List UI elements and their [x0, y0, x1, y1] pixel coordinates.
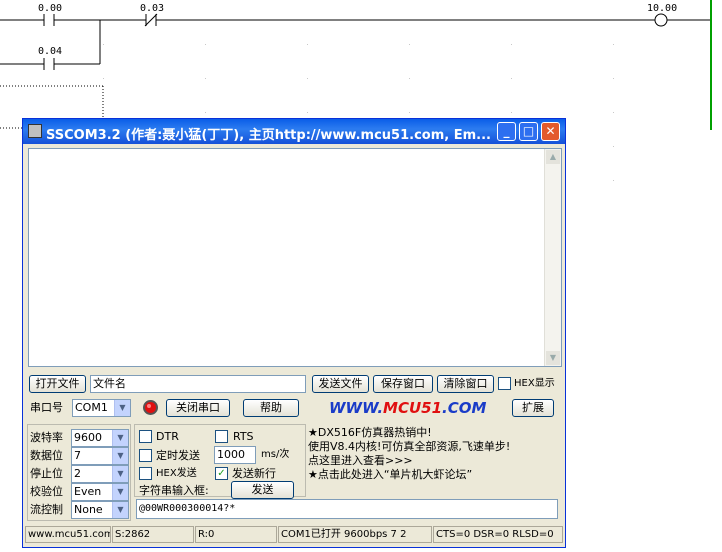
- stop-bits-value: 2: [74, 467, 81, 480]
- send-button[interactable]: 发送: [231, 481, 294, 499]
- contact-label: 0.04: [38, 46, 63, 57]
- string-input-label: 字符串输入框:: [139, 484, 209, 497]
- baud-label: 波特率: [30, 431, 63, 444]
- expand-button[interactable]: 扩展: [512, 399, 554, 417]
- dtr-checkbox[interactable]: [139, 430, 152, 443]
- brand-link[interactable]: WWW.MCU51.COM: [329, 399, 486, 417]
- ad-line: 使用V8.4内核!可仿真全部资源,飞速单步!: [308, 440, 511, 453]
- timed-send-checkbox[interactable]: [139, 449, 152, 462]
- hex-send-checkbox[interactable]: [139, 467, 152, 480]
- scroll-down-icon[interactable]: ▼: [546, 351, 560, 365]
- timed-send-label: 定时发送: [156, 449, 200, 462]
- status-port: COM1已打开 9600bps 7 2: [278, 526, 432, 543]
- send-newline-checkbox[interactable]: ✓: [215, 467, 228, 480]
- contact-label: 0.00: [38, 3, 63, 14]
- rts-label: RTS: [233, 430, 254, 443]
- parity-value: Even: [74, 485, 102, 498]
- baud-select[interactable]: 9600 ▼: [71, 429, 129, 447]
- chevron-down-icon[interactable]: ▼: [112, 448, 128, 464]
- status-site: www.mcu51.com: [25, 526, 111, 543]
- send-file-button[interactable]: 发送文件: [312, 375, 369, 393]
- hex-display-label: HEX显示: [514, 378, 555, 389]
- sscom-window: SSCOM3.2 (作者:聂小猛(丁丁), 主页http://www.mcu51…: [22, 118, 566, 548]
- data-bits-select[interactable]: 7 ▼: [71, 447, 129, 465]
- ad-line: ★DX516F仿真器热销中!: [308, 426, 432, 439]
- minimize-button[interactable]: _: [497, 122, 516, 141]
- stop-bits-select[interactable]: 2 ▼: [71, 465, 129, 483]
- chevron-down-icon[interactable]: ▼: [112, 502, 128, 518]
- receive-textarea[interactable]: ▲ ▼: [28, 148, 562, 367]
- flow-control-label: 流控制: [30, 503, 63, 516]
- status-signals: CTS=0 DSR=0 RLSD=0: [433, 526, 563, 543]
- status-received: R:0: [195, 526, 277, 543]
- baud-value: 9600: [74, 431, 102, 444]
- chevron-down-icon[interactable]: ▼: [114, 400, 130, 416]
- port-status-icon: [143, 400, 158, 415]
- contact-label: 0.03: [140, 3, 165, 14]
- ad-line[interactable]: 点这里进入查看>>>: [308, 454, 510, 468]
- close-button[interactable]: ✕: [541, 122, 560, 141]
- title-bar[interactable]: SSCOM3.2 (作者:聂小猛(丁丁), 主页http://www.mcu51…: [23, 119, 565, 144]
- parity-label: 校验位: [30, 485, 63, 498]
- port-value: COM1: [75, 401, 108, 414]
- app-icon[interactable]: [28, 124, 42, 138]
- data-bits-value: 7: [74, 449, 81, 462]
- rts-checkbox[interactable]: [215, 430, 228, 443]
- send-string-input[interactable]: @00WR000300014?*: [136, 499, 558, 519]
- ad-line[interactable]: ★点击此处进入“单片机大虾论坛”: [308, 468, 510, 482]
- flow-control-value: None: [74, 503, 103, 516]
- flow-control-select[interactable]: None ▼: [71, 501, 129, 519]
- scroll-up-icon[interactable]: ▲: [546, 150, 560, 164]
- brand-prefix: WWW.: [329, 399, 384, 417]
- status-sent: S:2862: [112, 526, 194, 543]
- interval-unit-label: ms/次: [261, 449, 290, 460]
- clear-window-button[interactable]: 清除窗口: [437, 375, 494, 393]
- open-file-button[interactable]: 打开文件: [29, 375, 86, 393]
- port-select[interactable]: COM1 ▼: [72, 399, 131, 417]
- close-port-button[interactable]: 关闭串口: [166, 399, 230, 417]
- chevron-down-icon[interactable]: ▼: [112, 430, 128, 446]
- maximize-button[interactable]: □: [519, 122, 538, 141]
- save-window-button[interactable]: 保存窗口: [373, 375, 433, 393]
- parity-select[interactable]: Even ▼: [71, 483, 129, 501]
- coil-label: 10.00: [647, 3, 678, 14]
- hex-send-label: HEX发送: [156, 468, 197, 479]
- brand-mid: MCU51: [383, 399, 443, 417]
- brand-suffix: .COM: [442, 399, 487, 417]
- ad-panel[interactable]: ★DX516F仿真器热销中! 使用V8.4内核!可仿真全部资源,飞速单步! 点这…: [308, 426, 510, 482]
- hex-display-checkbox[interactable]: [498, 377, 511, 390]
- stop-bits-label: 停止位: [30, 467, 63, 480]
- vertical-scrollbar[interactable]: ▲ ▼: [544, 149, 561, 366]
- chevron-down-icon[interactable]: ▼: [112, 466, 128, 482]
- port-label: 串口号: [30, 401, 63, 414]
- send-newline-label: 发送新行: [232, 467, 276, 480]
- filename-field[interactable]: 文件名: [90, 375, 306, 393]
- interval-input[interactable]: 1000: [214, 446, 256, 464]
- dtr-label: DTR: [156, 430, 179, 443]
- chevron-down-icon[interactable]: ▼: [112, 484, 128, 500]
- data-bits-label: 数据位: [30, 449, 63, 462]
- window-title: SSCOM3.2 (作者:聂小猛(丁丁), 主页http://www.mcu51…: [46, 128, 491, 143]
- help-button[interactable]: 帮助: [243, 399, 299, 417]
